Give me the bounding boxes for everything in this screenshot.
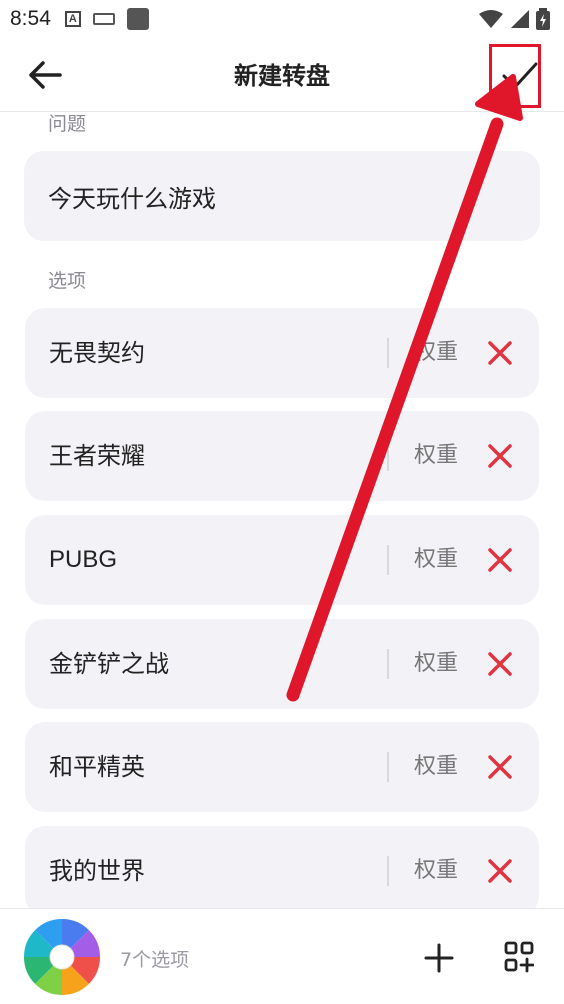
option-row[interactable]: 金铲铲之战 权重 [25,619,539,709]
close-x-icon [488,859,512,883]
status-left-icons: A [64,8,149,30]
remove-option-button[interactable] [487,340,513,366]
option-label[interactable]: PUBG [49,515,117,605]
checkmark-icon [502,62,538,89]
close-x-icon [488,755,512,779]
option-divider [387,649,389,679]
status-time: 8:54 [10,7,51,30]
option-divider [387,856,389,886]
battery-charging-icon [536,8,550,30]
remove-option-button[interactable] [487,443,513,469]
option-row[interactable]: 王者荣耀 权重 [25,411,539,501]
remove-option-button[interactable] [487,547,513,573]
option-divider [387,338,389,368]
options-section-label: 选项 [48,270,87,292]
grid-add-icon [504,941,535,973]
weight-input[interactable]: 权重 [414,722,458,812]
option-row[interactable]: PUBG 权重 [25,515,539,605]
status-right-icons [478,8,550,30]
color-wheel-icon[interactable] [24,919,100,995]
weight-input[interactable]: 权重 [414,826,458,916]
weight-input[interactable]: 权重 [414,308,458,398]
option-label[interactable]: 无畏契约 [49,308,145,398]
plus-icon [424,943,454,973]
close-x-icon [488,444,512,468]
question-input[interactable]: 今天玩什么游戏 [24,151,540,241]
weight-input[interactable]: 权重 [414,619,458,709]
keyboard-icon [92,13,115,25]
status-bar: 8:54 A [0,0,564,38]
close-x-icon [488,548,512,572]
option-count-text: 7个选项 [120,949,190,971]
a-icon: A [64,11,81,27]
signal-icon [511,10,529,28]
option-row[interactable]: 我的世界 权重 [25,826,539,916]
option-divider [387,752,389,782]
grid-add-button[interactable] [504,941,535,973]
page-title: 新建转盘 [234,62,330,90]
question-section-label: 问题 [48,113,87,135]
option-label[interactable]: 我的世界 [49,826,145,916]
close-x-icon [488,341,512,365]
app-header: 新建转盘 [0,38,564,112]
confirm-button[interactable] [500,56,540,96]
option-row[interactable]: 和平精英 权重 [25,722,539,812]
close-x-icon [488,652,512,676]
option-row[interactable]: 无畏契约 权重 [25,308,539,398]
option-divider [387,441,389,471]
option-divider [387,545,389,575]
option-label[interactable]: 金铲铲之战 [49,619,169,709]
option-label[interactable]: 王者荣耀 [49,411,145,501]
app-icon [126,8,149,30]
add-option-button[interactable] [424,943,454,973]
weight-input[interactable]: 权重 [414,411,458,501]
remove-option-button[interactable] [487,858,513,884]
remove-option-button[interactable] [487,754,513,780]
option-label[interactable]: 和平精英 [49,722,145,812]
remove-option-button[interactable] [487,651,513,677]
question-text: 今天玩什么游戏 [48,184,216,213]
weight-input[interactable]: 权重 [414,515,458,605]
bottom-bar: 7个选项 [0,908,564,1004]
wifi-icon [479,10,503,28]
